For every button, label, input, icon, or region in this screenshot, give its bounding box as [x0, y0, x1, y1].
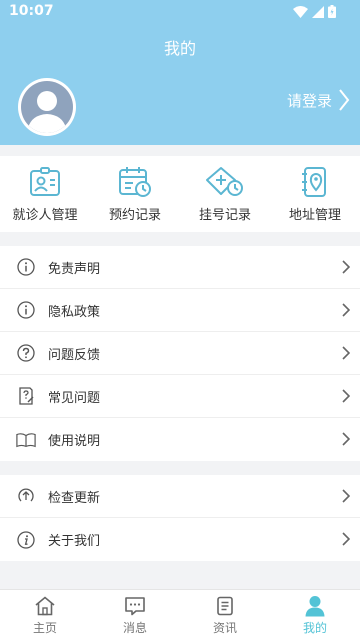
- bottom-tab-bar: 主页 消息 资讯 我的: [0, 589, 360, 639]
- menu-item-label: 检查更新: [48, 490, 101, 506]
- login-label: 请登录: [286, 91, 332, 110]
- tab-messages[interactable]: 消息: [90, 590, 180, 639]
- tab-label: 主页: [32, 621, 57, 635]
- update-circle-icon: [18, 488, 34, 502]
- quick-action-address-management[interactable]: 地址管理: [270, 156, 360, 232]
- quick-actions: 就诊人管理 预约记录 挂号记录 地址管理: [0, 156, 360, 232]
- info-circle-icon: [17, 258, 35, 276]
- menu-item-check-update[interactable]: 检查更新: [0, 475, 360, 518]
- chevron-right-icon: [342, 432, 350, 446]
- chevron-right-icon: [339, 89, 350, 111]
- menu-group-info: 免责声明 隐私政策 问题反馈 常见问题 使用说明: [0, 246, 360, 461]
- profile-header: 10:07 我的 请登录: [0, 0, 360, 145]
- menu-item-faq[interactable]: 常见问题: [0, 375, 360, 418]
- menu-item-label: 使用说明: [48, 434, 101, 449]
- quick-action-label: 预约记录: [108, 208, 161, 223]
- menu-item-about-us[interactable]: 关于我们: [0, 518, 360, 561]
- home-icon: [35, 596, 55, 616]
- page-title: 我的: [163, 39, 196, 58]
- battery-icon: [328, 5, 336, 18]
- chevron-right-icon: [342, 489, 350, 503]
- quick-action-label: 就诊人管理: [12, 208, 78, 223]
- patient-card-icon: [30, 167, 60, 196]
- tab-label: 消息: [122, 621, 147, 635]
- chevron-right-icon: [342, 260, 350, 274]
- quick-action-label: 地址管理: [288, 208, 341, 223]
- address-book-icon: [302, 167, 326, 197]
- avatar[interactable]: [18, 78, 76, 136]
- status-bar: 10:07: [0, 0, 360, 24]
- signal-icon: [312, 5, 324, 18]
- status-time: 10:07: [9, 3, 54, 19]
- news-icon: [217, 596, 233, 616]
- tab-home[interactable]: 主页: [0, 590, 90, 639]
- person-icon: [305, 596, 325, 617]
- status-icons: [293, 5, 336, 18]
- menu-item-label: 问题反馈: [48, 347, 101, 363]
- info-italic-circle-icon: [17, 530, 35, 549]
- menu-item-disclaimer[interactable]: 免责声明: [0, 246, 360, 289]
- menu-item-label: 常见问题: [48, 390, 101, 406]
- message-icon: [125, 597, 145, 616]
- wifi-icon: [293, 5, 308, 18]
- tab-profile[interactable]: 我的: [270, 590, 360, 639]
- ticket-clock-icon: [206, 167, 243, 196]
- chevron-right-icon: [342, 389, 350, 403]
- quick-action-patient-management[interactable]: 就诊人管理: [0, 156, 90, 232]
- menu-group-app: 检查更新 关于我们: [0, 475, 360, 561]
- menu-item-label: 免责声明: [48, 261, 101, 277]
- menu-item-feedback[interactable]: 问题反馈: [0, 332, 360, 375]
- menu-item-privacy-policy[interactable]: 隐私政策: [0, 289, 360, 332]
- tab-label: 资讯: [212, 621, 237, 635]
- open-book-icon: [16, 432, 36, 447]
- faq-document-icon: [19, 387, 34, 405]
- quick-action-appointment-records[interactable]: 预约记录: [90, 156, 180, 232]
- question-circle-icon: [17, 344, 35, 362]
- chevron-right-icon: [342, 346, 350, 360]
- tab-news[interactable]: 资讯: [180, 590, 270, 639]
- tab-label: 我的: [302, 621, 327, 635]
- menu-item-label: 隐私政策: [48, 304, 101, 320]
- chevron-right-icon: [342, 532, 350, 546]
- quick-action-label: 挂号记录: [198, 208, 251, 223]
- avatar-placeholder-icon: [21, 81, 73, 133]
- chevron-right-icon: [342, 303, 350, 317]
- calendar-clock-icon: [119, 167, 151, 197]
- menu-item-user-guide[interactable]: 使用说明: [0, 418, 360, 461]
- quick-action-registration-records[interactable]: 挂号记录: [180, 156, 270, 232]
- info-circle-icon: [17, 301, 35, 319]
- menu-item-label: 关于我们: [48, 534, 101, 549]
- login-button[interactable]: 请登录: [287, 88, 350, 112]
